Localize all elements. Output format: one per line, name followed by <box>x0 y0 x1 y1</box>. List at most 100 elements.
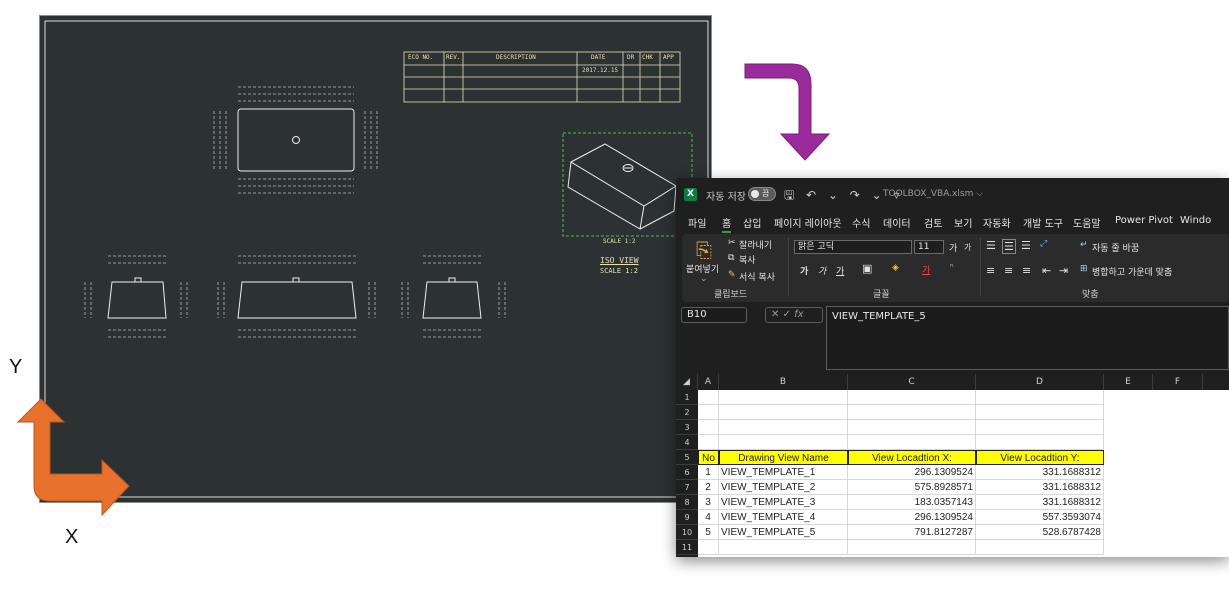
cell[interactable] <box>698 435 719 450</box>
row-header[interactable]: 1 <box>676 390 698 405</box>
column-header-f[interactable]: F <box>1153 374 1203 390</box>
cell[interactable] <box>719 405 848 420</box>
tab-help[interactable]: 도움말 <box>1073 215 1101 230</box>
tab-page-layout[interactable]: 페이지 레이아웃 <box>774 215 842 230</box>
cell[interactable] <box>698 420 719 435</box>
cut-icon[interactable]: ✂ <box>728 238 736 248</box>
tab-review[interactable]: 검토 <box>924 215 942 230</box>
cut-button[interactable]: 잘라내기 <box>739 238 772 251</box>
cell-area[interactable]: No Drawing View Name View Locadtion X: V… <box>698 390 1229 557</box>
tab-view[interactable]: 보기 <box>954 215 972 230</box>
table-cell-no[interactable]: 1 <box>698 465 719 480</box>
file-name[interactable]: TOOLBOX_VBA.xlsm ⌵ <box>883 189 983 199</box>
table-cell-name[interactable]: VIEW_TEMPLATE_3 <box>719 495 848 510</box>
column-header-a[interactable]: A <box>698 374 719 390</box>
align-left-icon[interactable]: ≡ <box>986 264 995 277</box>
table-cell-name[interactable]: VIEW_TEMPLATE_1 <box>719 465 848 480</box>
column-header-c[interactable]: C <box>848 374 976 390</box>
tab-automate[interactable]: 자동화 <box>983 215 1011 230</box>
cell[interactable] <box>848 405 976 420</box>
row-header[interactable]: 9 <box>676 510 698 525</box>
table-cell-x[interactable]: 183.0357143 <box>848 495 976 510</box>
row-header[interactable]: 7 <box>676 480 698 495</box>
table-cell-no[interactable]: 2 <box>698 480 719 495</box>
table-cell-y[interactable]: 557.3593074 <box>976 510 1104 525</box>
tab-developer[interactable]: 개발 도구 <box>1023 215 1063 230</box>
merge-center-icon[interactable]: ⊞ <box>1080 264 1088 274</box>
tab-power-pivot[interactable]: Power Pivot <box>1115 215 1173 226</box>
paste-dropdown-icon[interactable]: ⌄ <box>700 274 708 284</box>
paste-icon[interactable]: ⎘ <box>696 238 712 262</box>
cell[interactable] <box>848 390 976 405</box>
autosave-toggle[interactable]: 끔 <box>748 187 776 201</box>
row-header[interactable]: 6 <box>676 465 698 480</box>
font-size-dropdown[interactable]: 11 <box>914 240 944 254</box>
fill-color-icon[interactable]: ◈ <box>892 263 899 273</box>
font-color-icon[interactable]: 가 <box>922 263 930 276</box>
orientation-icon[interactable]: ⤢ <box>1040 239 1047 249</box>
align-bottom-icon[interactable]: ☰ <box>1021 239 1031 252</box>
align-middle-icon[interactable]: ☰ <box>1002 239 1016 254</box>
cell[interactable] <box>976 435 1104 450</box>
italic-button[interactable]: 가 <box>818 264 826 277</box>
wrap-text-icon[interactable]: ↵ <box>1080 240 1088 250</box>
align-top-icon[interactable]: ☰ <box>986 239 996 252</box>
table-cell-x[interactable]: 296.1309524 <box>848 465 976 480</box>
bold-button[interactable]: 가 <box>800 264 808 277</box>
row-header[interactable]: 10 <box>676 525 698 540</box>
table-cell-x[interactable]: 791.8127287 <box>848 525 976 540</box>
tab-formulas[interactable]: 수식 <box>852 215 870 230</box>
cell[interactable] <box>976 390 1104 405</box>
grow-font-button[interactable]: 가 <box>949 241 957 254</box>
row-header[interactable]: 2 <box>676 405 698 420</box>
align-center-icon[interactable]: ≡ <box>1004 264 1013 277</box>
table-header-name[interactable]: Drawing View Name <box>719 450 848 465</box>
table-cell-name[interactable]: VIEW_TEMPLATE_4 <box>719 510 848 525</box>
column-header-e[interactable]: E <box>1104 374 1153 390</box>
table-cell-y[interactable]: 528.6787428 <box>976 525 1104 540</box>
underline-button[interactable]: 가 <box>836 264 844 277</box>
tab-data[interactable]: 데이터 <box>883 215 911 230</box>
cell[interactable] <box>976 540 1104 555</box>
merge-center-button[interactable]: 병합하고 가운데 맞춤 <box>1092 265 1172 278</box>
copy-icon[interactable]: ⧉ <box>728 253 734 263</box>
row-header[interactable]: 4 <box>676 435 698 450</box>
tab-insert[interactable]: 삽입 <box>743 215 761 230</box>
decrease-indent-icon[interactable]: ⇤ <box>1042 264 1051 277</box>
table-header-y[interactable]: View Locadtion Y: <box>976 450 1104 465</box>
table-cell-y[interactable]: 331.1688312 <box>976 465 1104 480</box>
cell[interactable] <box>976 405 1104 420</box>
formula-controls[interactable]: ✕ ✓ fx <box>765 307 823 323</box>
row-header[interactable]: 5 <box>676 450 698 465</box>
font-name-dropdown[interactable]: 맑은 고딕 <box>794 240 912 254</box>
shrink-font-button[interactable]: 가 <box>964 242 971 253</box>
name-box[interactable]: B10 <box>681 307 747 323</box>
table-cell-name[interactable]: VIEW_TEMPLATE_2 <box>719 480 848 495</box>
table-header-x[interactable]: View Locadtion X: <box>848 450 976 465</box>
table-cell-x[interactable]: 575.8928571 <box>848 480 976 495</box>
align-right-icon[interactable]: ≡ <box>1022 264 1031 277</box>
select-all-corner[interactable]: ◢ <box>676 374 698 390</box>
cell[interactable] <box>719 420 848 435</box>
cell[interactable] <box>698 405 719 420</box>
cell[interactable] <box>719 390 848 405</box>
table-cell-name[interactable]: VIEW_TEMPLATE_5 <box>719 525 848 540</box>
table-cell-x[interactable]: 296.1309524 <box>848 510 976 525</box>
phonetic-icon[interactable]: ⁿ <box>950 263 954 273</box>
row-header[interactable]: 11 <box>676 540 698 555</box>
cell[interactable] <box>719 540 848 555</box>
table-cell-no[interactable]: 3 <box>698 495 719 510</box>
tab-home[interactable]: 홈 <box>722 215 732 233</box>
tab-window[interactable]: Windo <box>1180 215 1211 226</box>
border-icon[interactable]: ▣ <box>862 262 872 275</box>
cell[interactable] <box>719 435 848 450</box>
table-cell-no[interactable]: 5 <box>698 525 719 540</box>
cell[interactable] <box>848 435 976 450</box>
table-cell-no[interactable]: 4 <box>698 510 719 525</box>
copy-button[interactable]: 복사 <box>739 253 756 266</box>
format-painter-button[interactable]: 서식 복사 <box>739 270 775 283</box>
row-header[interactable]: 3 <box>676 420 698 435</box>
tab-file[interactable]: 파일 <box>688 215 706 230</box>
column-header-d[interactable]: D <box>976 374 1104 390</box>
table-cell-y[interactable]: 331.1688312 <box>976 495 1104 510</box>
